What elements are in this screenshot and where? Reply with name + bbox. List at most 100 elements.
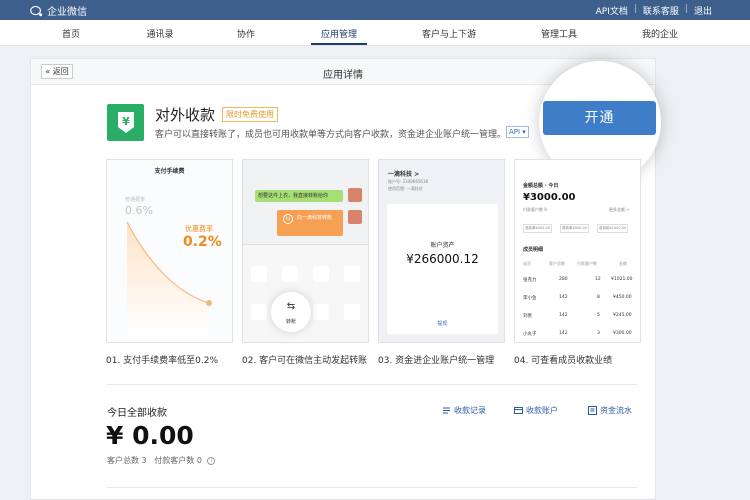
member-amount: ¥300.00 <box>613 331 632 336</box>
member-amount: ¥245.00 <box>613 313 632 318</box>
divider <box>107 384 637 385</box>
transfer-tool-icon: ⇆ <box>286 301 296 312</box>
company-name: 一滴科技 > <box>388 171 420 178</box>
fund-flow-link[interactable]: 资金流水 <box>588 405 632 416</box>
top-bar: 企业微信 API文档 | 联系客服 | 退出 <box>0 0 750 20</box>
member-payers: 5 <box>597 313 600 318</box>
nav-item-home[interactable]: 首页 <box>62 27 80 40</box>
member-name: 李小鱼 <box>523 296 537 301</box>
feature-shot-chat: 想要这件上衣，我直接转账给你 ⇆ 向一滴科技转账 ⇆ 转账 <box>242 159 369 343</box>
location-tool-icon <box>344 266 360 282</box>
top-links: API文档 | 联系客服 | 退出 <box>596 4 712 17</box>
withdraw-link: 提现 <box>437 321 448 327</box>
divider: | <box>684 4 688 14</box>
open-button[interactable]: 开通 <box>543 101 656 135</box>
feature-caption: 02. 客户可在微信主动发起转账 <box>242 356 368 366</box>
member-name: 小丸子 <box>523 332 537 337</box>
customers-value: 3 <box>141 456 147 465</box>
avatar <box>348 210 362 224</box>
feature-caption: 04. 可查看成员收款业绩 <box>514 356 613 366</box>
app-detail-card: « 返回 应用详情 ¥ 对外收款 限时免费使用 客户可以直接转账了，成员也可用收… <box>30 58 661 500</box>
camera-tool-icon <box>282 266 298 282</box>
free-badge: 限时免费使用 <box>222 107 278 122</box>
main-nav: 首页 通讯录 协作 应用管理 客户与上下游 管理工具 我的企业 <box>0 20 750 46</box>
today-stats: 客户总数 3 付款客户数 0 i <box>107 455 216 466</box>
col-payers: 付款客户数 <box>577 261 597 266</box>
member-customers: 142 <box>559 331 568 336</box>
divider: | <box>633 4 637 14</box>
logout-link[interactable]: 退出 <box>694 4 712 17</box>
api-tag[interactable]: API ▾ <box>506 126 529 138</box>
transfer-icon: ⇆ <box>283 214 293 224</box>
app-icon: ¥ <box>107 104 144 141</box>
api-docs-link[interactable]: API文档 <box>596 4 628 17</box>
member-amount: ¥450.00 <box>613 295 632 300</box>
nav-item-app-management[interactable]: 应用管理 <box>321 27 357 40</box>
col-amount: 金额 <box>619 261 627 266</box>
customers-label: 客户总数 <box>107 456 139 465</box>
info-icon[interactable]: i <box>207 456 216 465</box>
payment-records-link[interactable]: 收款记录 <box>442 405 486 416</box>
feature-caption: 01. 支付手续费率低至0.2% <box>106 356 219 366</box>
transfer-tool-highlight: ⇆ 转账 <box>271 292 311 332</box>
total-header: 金额总额 · 今日 <box>523 183 559 189</box>
feature-shot-account: 一滴科技 > 账户号: 2348665638 使用范围: 一滴科技 账户资产 ¥… <box>378 159 505 343</box>
svg-text:¥: ¥ <box>122 115 130 128</box>
nav-item-customers[interactable]: 客户与上下游 <box>422 27 476 40</box>
nav-item-contacts[interactable]: 通讯录 <box>146 27 173 40</box>
member-customers: 142 <box>559 313 568 318</box>
account-number: 账户号: 2348665638 <box>388 179 429 184</box>
member-payers: 8 <box>597 295 600 300</box>
nav-item-my-enterprise[interactable]: 我的企业 <box>642 27 678 40</box>
feature-shot-fee: 支付手续费 普通费率 0.6% 优惠费率 0.2% <box>106 159 233 343</box>
feature-shot-members: 金额总额 · 今日 ¥3000.00 付款客户数 8 更多金额 > 收款单¥00… <box>514 159 641 343</box>
member-customers: 142 <box>559 295 568 300</box>
payers-label: 付款客户数 <box>154 456 195 465</box>
today-section-title: 今日全部收款 <box>107 408 167 419</box>
redpacket-tool-icon <box>251 304 267 320</box>
asset-panel: 账户资产 ¥266000.12 提现 <box>387 204 498 334</box>
member-name: 刘善 <box>523 314 532 319</box>
account-scope: 使用范围: 一滴科技 <box>388 186 423 191</box>
avatar <box>348 188 362 202</box>
account-icon <box>514 407 523 414</box>
logo[interactable]: 企业微信 <box>30 3 87 18</box>
asset-label: 账户资产 <box>430 242 455 249</box>
yuan-shield-icon: ¥ <box>117 111 134 133</box>
photo-tool-icon <box>251 266 267 282</box>
voice-tool-icon <box>313 304 329 320</box>
member-payers: 3 <box>597 331 600 336</box>
records-icon <box>443 407 450 414</box>
payers-value: 0 <box>196 456 202 465</box>
more-amount: 更多金额 > <box>609 207 630 212</box>
payer-count: 付款客户数 8 <box>523 207 547 212</box>
fund-flow-icon <box>588 406 597 415</box>
chat-bubble: 想要这件上衣，我直接转账给你 <box>255 190 343 202</box>
pill: 收到款¥1000.00 <box>597 224 629 233</box>
total-amount: ¥3000.00 <box>523 192 576 203</box>
payment-account-link[interactable]: 收款账户 <box>514 405 558 416</box>
pill: 退款单¥000.00 <box>560 224 589 233</box>
tool-panel: ⇆ 转账 <box>243 256 368 342</box>
nav-item-collaboration[interactable]: 协作 <box>237 27 255 40</box>
call-tool-icon <box>313 266 329 282</box>
contact-support-link[interactable]: 联系客服 <box>643 4 679 17</box>
member-payers: 12 <box>595 277 601 282</box>
logo-text: 企业微信 <box>47 7 87 18</box>
member-customers: 280 <box>559 277 568 282</box>
member-name: 张克力 <box>523 278 537 283</box>
transfer-sub: 向一滴科技转账 <box>297 215 333 221</box>
app-description: 客户可以直接转账了，成员也可用收款单等方式向客户收款，资金进企业账户统一管理。 <box>155 130 507 140</box>
input-bar <box>243 244 368 256</box>
today-amount: ¥ 0.00 <box>106 421 194 450</box>
members-title: 成员明细 <box>523 247 544 253</box>
app-name: 对外收款 <box>155 106 216 124</box>
wecom-logo-icon <box>30 5 43 16</box>
transfer-tool-label: 转账 <box>285 319 296 325</box>
col-customers: 客户总数 <box>549 261 565 266</box>
favorite-tool-icon <box>344 304 360 320</box>
transfer-card: ⇆ 向一滴科技转账 <box>277 210 343 236</box>
nav-item-management-tools[interactable]: 管理工具 <box>541 27 577 40</box>
asset-amount: ¥266000.12 <box>406 252 479 266</box>
active-tab-indicator <box>311 43 367 45</box>
